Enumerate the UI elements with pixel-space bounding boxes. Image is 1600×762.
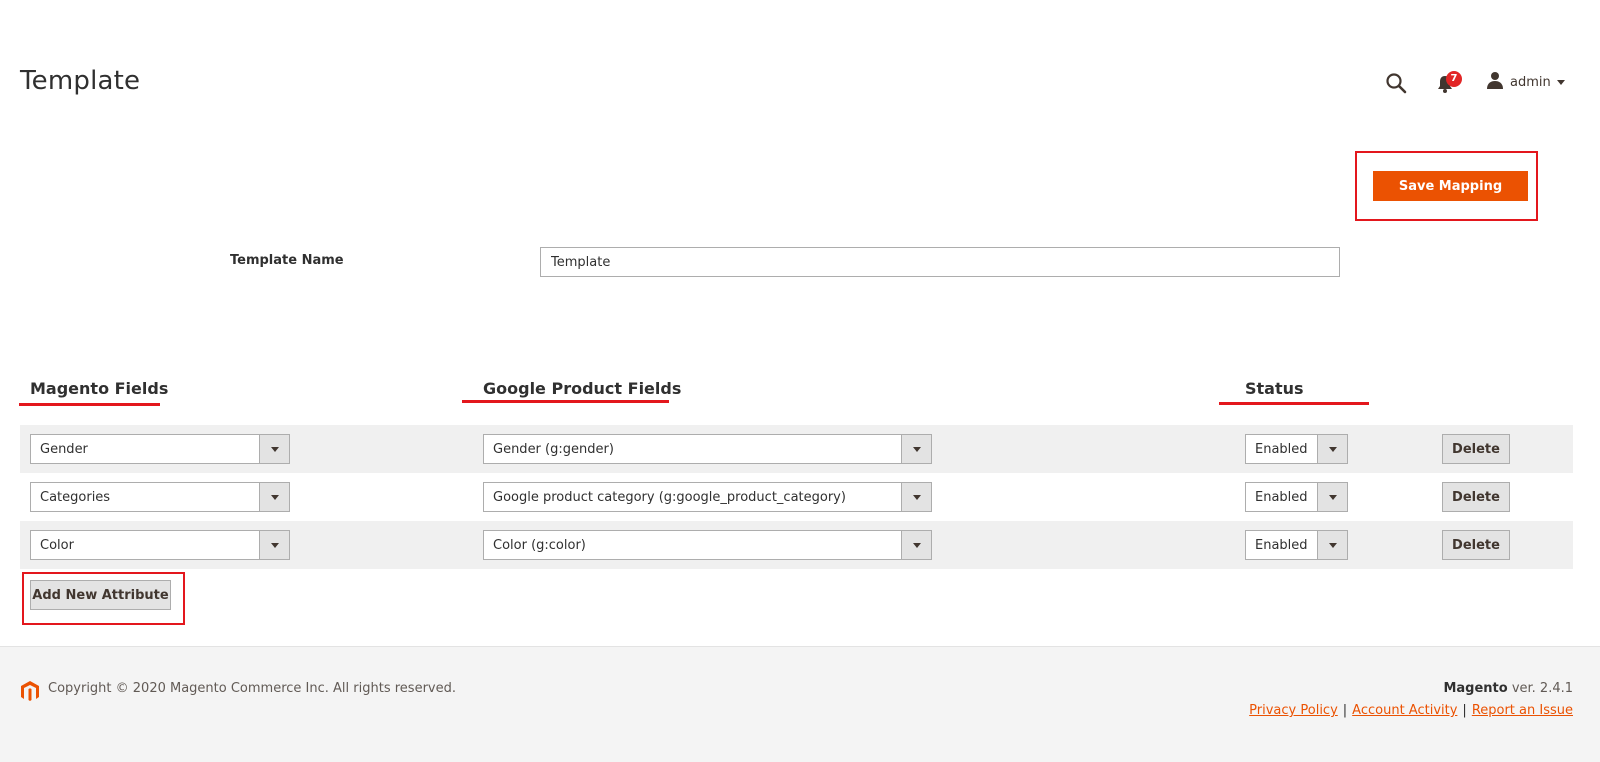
footer-links: Privacy Policy | Account Activity | Repo… [1249, 703, 1573, 718]
delete-button[interactable]: Delete [1442, 530, 1510, 560]
page-title: Template [20, 66, 141, 96]
user-name: admin [1510, 74, 1551, 90]
dropdown-arrow [901, 483, 931, 511]
magento-field-select[interactable]: Gender [30, 434, 290, 464]
status-select[interactable]: Enabled [1245, 530, 1348, 560]
magento-field-value: Categories [40, 489, 111, 505]
save-mapping-button[interactable]: Save Mapping [1373, 171, 1528, 201]
magento-field-value: Gender [40, 441, 88, 457]
google-field-value: Gender (g:gender) [493, 441, 614, 457]
chevron-down-icon [270, 494, 279, 500]
google-field-value: Color (g:color) [493, 537, 586, 553]
status-heading: Status [1245, 379, 1304, 398]
chevron-down-icon [912, 542, 921, 548]
dropdown-arrow [259, 531, 289, 559]
link-separator: | [1462, 703, 1467, 718]
dropdown-arrow [1317, 483, 1347, 511]
google-fields-underline [462, 400, 669, 403]
template-name-input[interactable] [540, 247, 1340, 277]
magento-field-select[interactable]: Color [30, 530, 290, 560]
chevron-down-icon [270, 542, 279, 548]
google-fields-heading: Google Product Fields [483, 379, 682, 398]
google-field-select[interactable]: Color (g:color) [483, 530, 932, 560]
report-issue-link[interactable]: Report an Issue [1472, 703, 1573, 718]
delete-button[interactable]: Delete [1442, 434, 1510, 464]
privacy-policy-link[interactable]: Privacy Policy [1249, 703, 1338, 718]
dropdown-arrow [901, 435, 931, 463]
status-select[interactable]: Enabled [1245, 434, 1348, 464]
status-value: Enabled [1255, 537, 1308, 553]
version-info: Magento ver. 2.4.1 [1443, 681, 1573, 696]
version-number: ver. 2.4.1 [1511, 681, 1573, 696]
notification-badge[interactable]: 7 [1446, 71, 1462, 87]
dropdown-arrow [901, 531, 931, 559]
copyright-text: Copyright © 2020 Magento Commerce Inc. A… [48, 681, 456, 696]
status-value: Enabled [1255, 489, 1308, 505]
template-name-label: Template Name [230, 253, 344, 268]
chevron-down-icon [1328, 494, 1337, 500]
magento-fields-heading: Magento Fields [30, 379, 169, 398]
google-field-select[interactable]: Google product category (g:google_produc… [483, 482, 932, 512]
chevron-down-icon [912, 494, 921, 500]
user-account-menu[interactable]: admin [1486, 72, 1565, 92]
magento-field-select[interactable]: Categories [30, 482, 290, 512]
magento-fields-underline [19, 403, 160, 406]
magento-logo-icon [20, 680, 40, 702]
chevron-down-icon [270, 446, 279, 452]
chevron-down-icon [912, 446, 921, 452]
dropdown-arrow [1317, 435, 1347, 463]
brand-name: Magento [1443, 681, 1508, 696]
account-activity-link[interactable]: Account Activity [1352, 703, 1457, 718]
magento-field-value: Color [40, 537, 74, 553]
status-value: Enabled [1255, 441, 1308, 457]
dropdown-arrow [1317, 531, 1347, 559]
google-field-select[interactable]: Gender (g:gender) [483, 434, 932, 464]
chevron-down-icon [1556, 79, 1565, 85]
google-field-value: Google product category (g:google_produc… [493, 489, 846, 505]
chevron-down-icon [1328, 542, 1337, 548]
delete-button[interactable]: Delete [1442, 482, 1510, 512]
chevron-down-icon [1328, 446, 1337, 452]
status-select[interactable]: Enabled [1245, 482, 1348, 512]
dropdown-arrow [259, 435, 289, 463]
user-icon [1486, 71, 1504, 93]
search-icon[interactable] [1385, 72, 1407, 94]
status-underline [1219, 402, 1369, 405]
link-separator: | [1342, 703, 1348, 718]
dropdown-arrow [259, 483, 289, 511]
add-new-attribute-button[interactable]: Add New Attribute [30, 580, 171, 610]
